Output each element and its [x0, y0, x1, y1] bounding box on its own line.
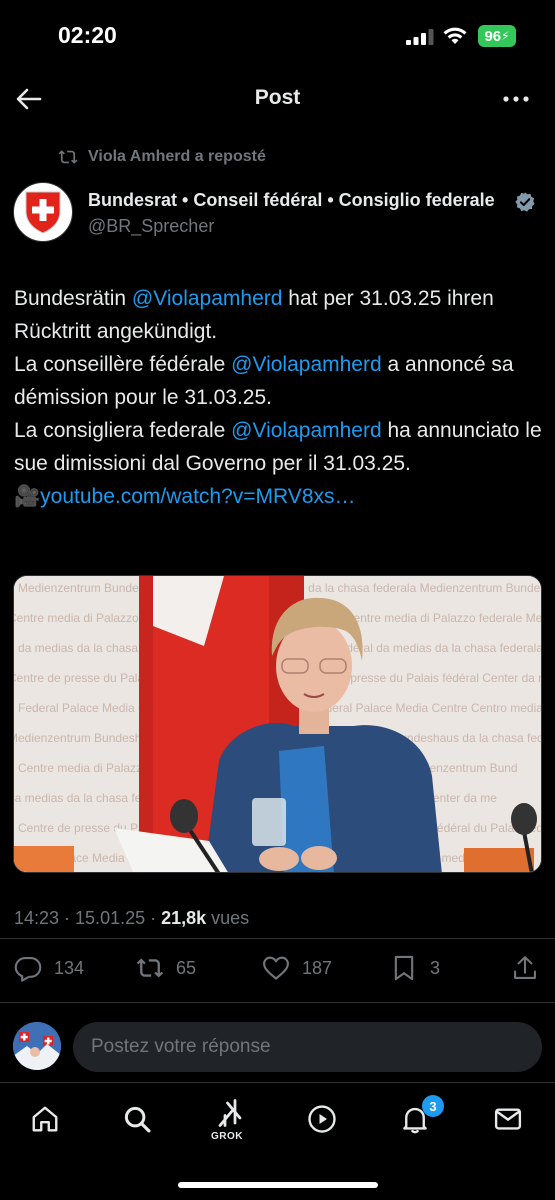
play-icon [308, 1105, 336, 1133]
heart-icon [263, 956, 289, 980]
reply-button[interactable]: 134 [14, 954, 84, 982]
more-options-icon[interactable] [501, 86, 531, 112]
cellular-signal-icon [406, 29, 434, 45]
battery-level: 96 [484, 27, 502, 45]
charging-icon: ⚡ [501, 29, 510, 43]
verified-badge-icon [515, 192, 535, 212]
bookmark-button[interactable]: 3 [390, 954, 440, 982]
nav-home[interactable] [25, 1099, 65, 1139]
search-icon [124, 1106, 151, 1133]
mention-link[interactable]: @Violapamherd [231, 419, 382, 442]
author-handle[interactable]: @BR_Sprecher [88, 216, 214, 237]
divider [0, 938, 555, 939]
wifi-icon [443, 27, 467, 44]
reply-input[interactable]: Postez votre réponse [73, 1022, 542, 1072]
battery-indicator: 96 ⚡ [478, 25, 516, 47]
notifications-badge: 3 [422, 1095, 444, 1117]
video-camera-icon: 🎥 [14, 485, 41, 508]
views-label: vues [206, 908, 250, 928]
nav-messages[interactable] [488, 1099, 528, 1139]
home-icon [32, 1106, 58, 1132]
nav-video[interactable] [302, 1099, 342, 1139]
user-avatar[interactable] [13, 1022, 61, 1070]
text-segment: La consigliera federale [14, 419, 232, 442]
repost-icon [136, 958, 164, 978]
post-timestamp: 14:23 · 15.01.25 · [14, 908, 162, 928]
reply-icon [14, 957, 42, 982]
repost-indicator[interactable]: Viola Amherd a reposté [58, 147, 266, 167]
post-actions: 134 65 187 3 [0, 946, 555, 990]
mention-link[interactable]: @Violapamherd [231, 353, 382, 376]
reply-count: 134 [54, 957, 85, 978]
grok-label: GROK [211, 1131, 243, 1142]
mail-icon [494, 1108, 522, 1130]
avatar-image [13, 1022, 61, 1070]
status-time: 02:20 [58, 22, 117, 48]
like-button[interactable]: 187 [262, 954, 332, 982]
mention-link[interactable]: @Violapamherd [132, 287, 283, 310]
like-count: 187 [302, 957, 333, 978]
post-header: Post [0, 72, 555, 128]
divider [0, 1002, 555, 1003]
text-segment: La conseillère fédérale [14, 353, 232, 376]
status-bar: 02:20 96 ⚡ [0, 0, 555, 72]
repost-icon [58, 150, 78, 164]
post-text: Bundesrätin @Violapamherd hat per 31.03.… [14, 282, 544, 513]
repost-button[interactable]: 65 [136, 954, 196, 982]
views-count: 21,8k [161, 908, 207, 928]
nav-grok[interactable] [210, 1093, 250, 1133]
post-meta: 14:23 · 15.01.25 · 21,8k vues [14, 908, 249, 929]
post-image[interactable]: Medienzentrum Bundeshaus Centre media di… [13, 575, 542, 873]
text-segment: Bundesrätin [14, 287, 132, 310]
bookmark-count: 3 [430, 957, 441, 978]
home-indicator [178, 1182, 378, 1188]
youtube-link[interactable]: youtube.com/watch?v=MRV8xs… [40, 485, 355, 508]
repost-text: Viola Amherd a reposté [88, 148, 266, 165]
share-button[interactable] [511, 954, 539, 982]
author-name[interactable]: Bundesrat • Conseil fédéral • Consiglio … [88, 190, 495, 211]
repost-count: 65 [176, 957, 197, 978]
author-avatar[interactable] [13, 182, 73, 242]
press-conference-photo: Medienzentrum Bundeshaus Centre media di… [14, 576, 541, 872]
swiss-shield-logo [25, 191, 61, 234]
share-icon [514, 956, 536, 979]
bookmark-icon [394, 955, 414, 981]
nav-search[interactable] [117, 1099, 157, 1139]
page-title: Post [254, 86, 301, 109]
grok-icon [218, 1099, 242, 1127]
